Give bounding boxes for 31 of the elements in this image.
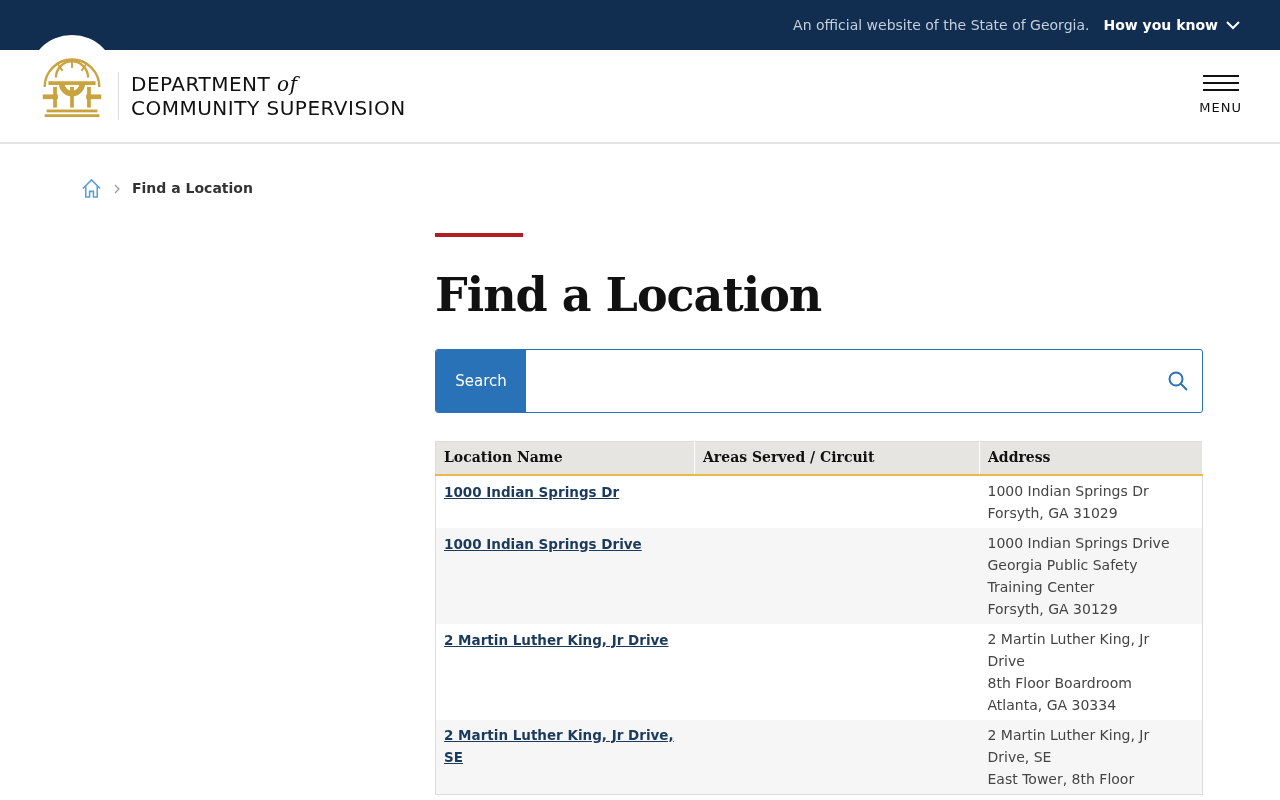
column-header: Areas Served / Circuit [694, 441, 980, 475]
address-line: Forsyth, GA 30129 [987, 599, 1119, 619]
location-link[interactable]: 1000 Indian Springs Drive [444, 532, 642, 555]
breadcrumb-current: Find a Location [132, 179, 253, 198]
address-line: 1000 Indian Springs Drive [987, 533, 1171, 553]
search-label-button[interactable]: Search [436, 350, 526, 412]
menu-button[interactable]: MENU [1199, 74, 1242, 118]
how-you-know-toggle[interactable]: How you know [1103, 14, 1240, 36]
page-title: Find a Location [435, 267, 823, 324]
official-notice: An official website of the State of Georgia. [793, 15, 1090, 35]
department-name: COMMUNITY SUPERVISION [131, 96, 406, 120]
address-line: Atlanta, GA 30334 [987, 695, 1118, 715]
location-link[interactable]: 2 Martin Luther King, Jr Drive, SE [444, 723, 687, 768]
department-name: DEPARTMENT of [131, 72, 301, 96]
address-line: East Tower, 8th Floor [987, 769, 1136, 789]
home-icon[interactable] [81, 178, 102, 199]
address-line: Training Center [987, 577, 1096, 597]
column-header: Address [979, 441, 1203, 475]
location-link[interactable]: 2 Martin Luther King, Jr Drive [444, 628, 669, 651]
chevron-down-icon [1226, 20, 1240, 30]
menu-icon [1202, 74, 1239, 93]
search-icon[interactable] [1168, 371, 1188, 391]
address-line: 2 Martin Luther King, Jr Drive, SE [987, 725, 1151, 767]
address-line: 2 Martin Luther King, Jr Drive [987, 629, 1151, 671]
address-line: Georgia Public Safety [987, 555, 1139, 575]
location-link[interactable]: 1000 Indian Springs Dr [444, 480, 620, 503]
address-line: Forsyth, GA 31029 [987, 503, 1119, 523]
chevron-right-icon [114, 183, 120, 194]
column-header: Location Name [435, 441, 695, 475]
address-line: 8th Floor Boardroom [987, 673, 1133, 693]
address-line: 1000 Indian Springs Dr [987, 481, 1150, 501]
